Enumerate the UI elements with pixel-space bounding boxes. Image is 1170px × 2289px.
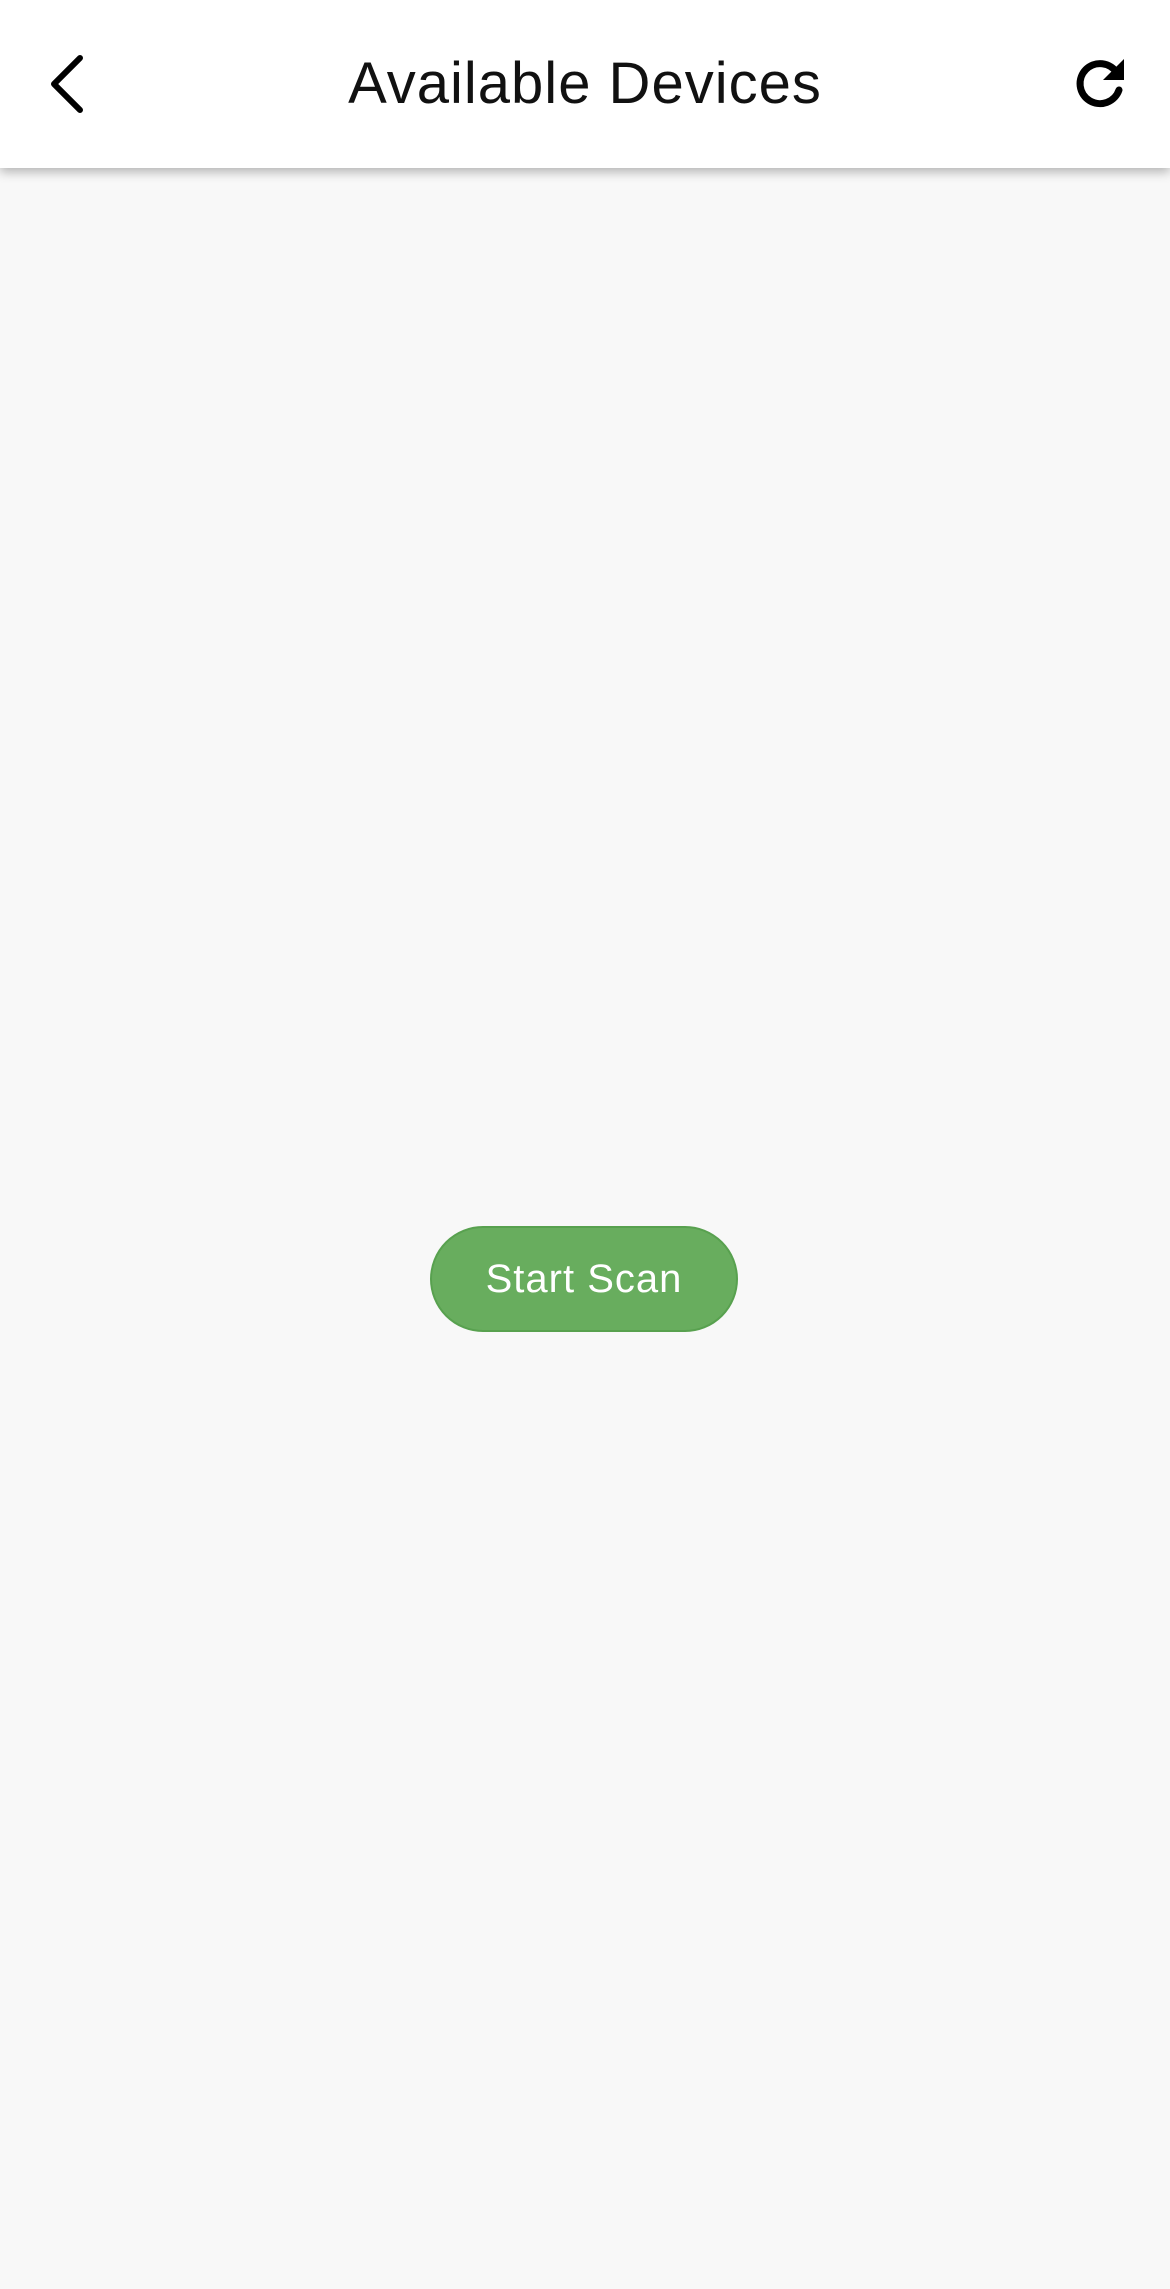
refresh-icon xyxy=(1076,59,1124,108)
app-bar: Available Devices xyxy=(0,0,1170,168)
back-button[interactable] xyxy=(22,36,118,132)
start-scan-button[interactable]: Start Scan xyxy=(430,1226,738,1332)
page-title: Available Devices xyxy=(348,51,822,116)
refresh-button[interactable] xyxy=(1052,36,1148,132)
chevron-left-icon xyxy=(51,55,83,113)
